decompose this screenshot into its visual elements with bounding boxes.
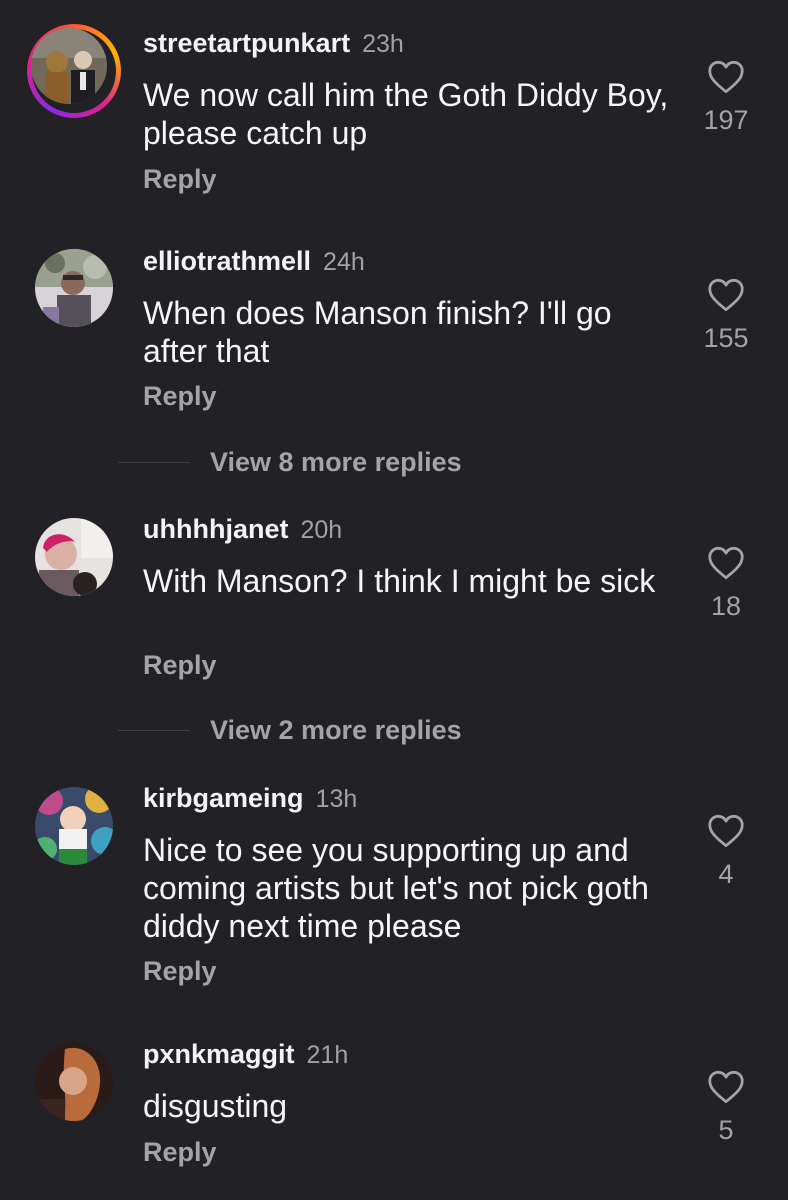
avatar-photo-icon (35, 518, 113, 596)
timestamp: 24h (323, 248, 365, 276)
timestamp: 20h (300, 516, 343, 544)
like-button[interactable]: 5 (686, 1070, 766, 1146)
reply-button[interactable]: Reply (143, 956, 217, 987)
comment-text: When does Manson finish? I'll go after t… (143, 295, 612, 369)
heart-outline-icon (708, 546, 744, 580)
avatar[interactable] (35, 249, 113, 327)
timestamp: 21h (306, 1041, 349, 1069)
view-more-label[interactable]: View 2 more replies (210, 715, 462, 746)
like-button[interactable]: 155 (686, 278, 766, 354)
comment-meta: pxnkmaggit 21h (143, 1039, 348, 1073)
comment-text: Nice to see you supporting up and coming… (143, 832, 649, 944)
heart-outline-icon (708, 814, 744, 848)
view-more-label[interactable]: View 8 more replies (210, 447, 462, 478)
reply-button[interactable]: Reply (143, 650, 217, 681)
username[interactable]: streetartpunkart (143, 28, 350, 59)
heart-outline-icon (708, 1070, 744, 1104)
thread-divider (118, 461, 190, 463)
reply-button[interactable]: Reply (143, 164, 217, 195)
timestamp: 13h (315, 785, 358, 813)
comment-meta: elliotrathmell 24h (143, 246, 365, 280)
comment-text: We now call him the Goth Diddy Boy, plea… (143, 77, 669, 151)
comment-meta: uhhhhjanet 20h (143, 514, 342, 548)
username[interactable]: pxnkmaggit (143, 1039, 295, 1070)
avatar[interactable] (35, 1043, 113, 1121)
comment-text: disgusting (143, 1088, 288, 1124)
reply-button[interactable]: Reply (143, 381, 217, 412)
view-more-replies[interactable]: View 8 more replies (118, 445, 462, 479)
like-count: 18 (710, 591, 742, 621)
username[interactable]: uhhhhjanet (143, 514, 288, 545)
timestamp: 23h (362, 30, 404, 58)
comment-meta: kirbgameing 13h (143, 783, 357, 817)
username[interactable]: elliotrathmell (143, 246, 311, 277)
avatar[interactable] (35, 787, 113, 865)
heart-outline-icon (708, 278, 744, 312)
thread-divider (118, 729, 190, 731)
avatar-photo-icon (35, 787, 113, 865)
like-count: 5 (718, 1115, 734, 1145)
view-more-replies[interactable]: View 2 more replies (118, 713, 462, 747)
avatar-photo-icon (35, 1043, 113, 1121)
avatar-photo-icon (31, 28, 107, 104)
avatar-photo-icon (35, 249, 113, 327)
avatar[interactable] (35, 518, 113, 596)
like-count: 4 (718, 859, 734, 889)
comment-meta: streetartpunkart 23h (143, 28, 404, 62)
like-button[interactable]: 4 (686, 814, 766, 890)
username[interactable]: kirbgameing (143, 783, 304, 814)
like-button[interactable]: 197 (686, 60, 766, 136)
like-count: 155 (703, 323, 749, 353)
reply-button[interactable]: Reply (143, 1137, 217, 1168)
like-count: 197 (703, 105, 749, 135)
like-button[interactable]: 18 (686, 546, 766, 622)
avatar[interactable] (27, 24, 121, 118)
comment-text: With Manson? I think I might be sick (143, 563, 656, 599)
heart-outline-icon (708, 60, 744, 94)
